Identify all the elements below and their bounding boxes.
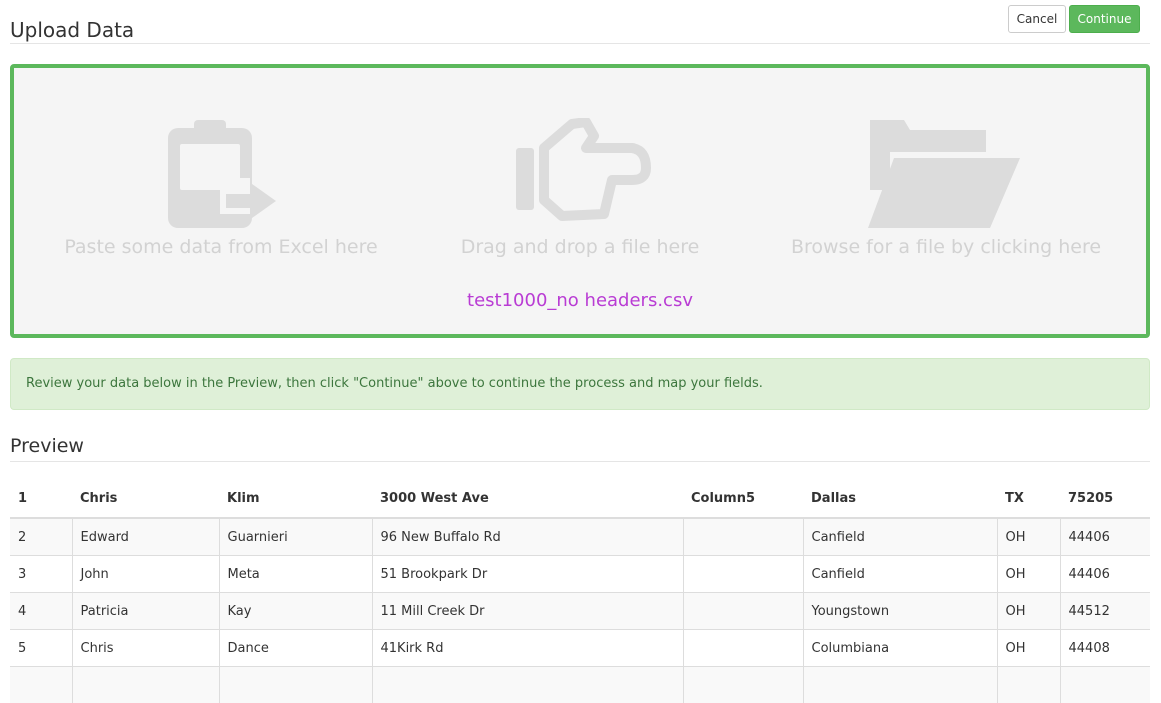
- table-cell: Columbiana: [803, 630, 997, 667]
- hand-pointer-icon: [512, 118, 652, 228]
- column-header: Chris: [72, 480, 219, 518]
- table-cell: OH: [997, 556, 1060, 593]
- table-cell: Patricia: [72, 593, 219, 630]
- table-cell: [10, 667, 72, 703]
- drag-drop-zone[interactable]: Drag and drop a file here: [408, 68, 752, 278]
- table-cell: 4: [10, 593, 72, 630]
- paste-zone[interactable]: Paste some data from Excel here: [34, 68, 408, 278]
- table-cell: 3: [10, 556, 72, 593]
- table-cell: John: [72, 556, 219, 593]
- table-cell: [1060, 667, 1150, 703]
- table-cell: [683, 630, 803, 667]
- table-cell: [219, 667, 372, 703]
- info-alert: Review your data below in the Preview, t…: [10, 358, 1150, 410]
- table-cell: OH: [997, 518, 1060, 556]
- table-cell: 44406: [1060, 518, 1150, 556]
- table-cell: Canfield: [803, 518, 997, 556]
- table-cell: 5: [10, 630, 72, 667]
- table-cell: OH: [997, 593, 1060, 630]
- folder-open-icon: [864, 118, 1024, 230]
- column-header: 75205: [1060, 480, 1150, 518]
- table-header-row: 1 Chris Klim 3000 West Ave Column5 Dalla…: [10, 480, 1150, 518]
- table-cell: Meta: [219, 556, 372, 593]
- table-cell: [683, 667, 803, 703]
- uploaded-filename: test1000_no headers.csv: [14, 290, 1146, 311]
- column-header: Klim: [219, 480, 372, 518]
- column-header: TX: [997, 480, 1060, 518]
- browse-zone[interactable]: Browse for a file by clicking here: [752, 68, 1140, 278]
- table-cell: Dance: [219, 630, 372, 667]
- table-cell: 44512: [1060, 593, 1150, 630]
- table-cell: 51 Brookpark Dr: [372, 556, 683, 593]
- table-cell: Canfield: [803, 556, 997, 593]
- table-cell: Kay: [219, 593, 372, 630]
- clipboard-paste-icon: [158, 118, 278, 230]
- preview-table: 1 Chris Klim 3000 West Ave Column5 Dalla…: [10, 480, 1150, 703]
- drag-drop-label: Drag and drop a file here: [408, 236, 752, 258]
- table-cell: 44406: [1060, 556, 1150, 593]
- column-header: Column5: [683, 480, 803, 518]
- table-cell: Guarnieri: [219, 518, 372, 556]
- paste-label: Paste some data from Excel here: [34, 236, 408, 258]
- table-cell: [683, 518, 803, 556]
- continue-button[interactable]: Continue: [1069, 5, 1140, 33]
- table-row: [10, 667, 1150, 703]
- page-header: Upload Data: [10, 0, 1150, 44]
- table-cell: [372, 667, 683, 703]
- column-header: 3000 West Ave: [372, 480, 683, 518]
- table-cell: 41Kirk Rd: [372, 630, 683, 667]
- table-cell: Youngstown: [803, 593, 997, 630]
- table-cell: [683, 593, 803, 630]
- table-row: 2 Edward Guarnieri 96 New Buffalo Rd Can…: [10, 518, 1150, 556]
- preview-header: Preview: [10, 434, 1150, 462]
- table-cell: [72, 667, 219, 703]
- preview-title: Preview: [10, 434, 84, 458]
- table-cell: 2: [10, 518, 72, 556]
- table-cell: 11 Mill Creek Dr: [372, 593, 683, 630]
- table-row: 5 Chris Dance 41Kirk Rd Columbiana OH 44…: [10, 630, 1150, 667]
- table-cell: [997, 667, 1060, 703]
- table-cell: OH: [997, 630, 1060, 667]
- column-header: 1: [10, 480, 72, 518]
- table-cell: Chris: [72, 630, 219, 667]
- alert-message: Review your data below in the Preview, t…: [26, 376, 763, 391]
- page-title: Upload Data: [10, 17, 134, 43]
- upload-dropzone[interactable]: Paste some data from Excel here Drag and…: [10, 64, 1150, 338]
- table-cell: [683, 556, 803, 593]
- cancel-button[interactable]: Cancel: [1008, 5, 1066, 33]
- table-cell: [803, 667, 997, 703]
- browse-label: Browse for a file by clicking here: [752, 236, 1140, 258]
- table-cell: 44408: [1060, 630, 1150, 667]
- column-header: Dallas: [803, 480, 997, 518]
- table-cell: Edward: [72, 518, 219, 556]
- table-row: 3 John Meta 51 Brookpark Dr Canfield OH …: [10, 556, 1150, 593]
- table-row: 4 Patricia Kay 11 Mill Creek Dr Youngsto…: [10, 593, 1150, 630]
- table-cell: 96 New Buffalo Rd: [372, 518, 683, 556]
